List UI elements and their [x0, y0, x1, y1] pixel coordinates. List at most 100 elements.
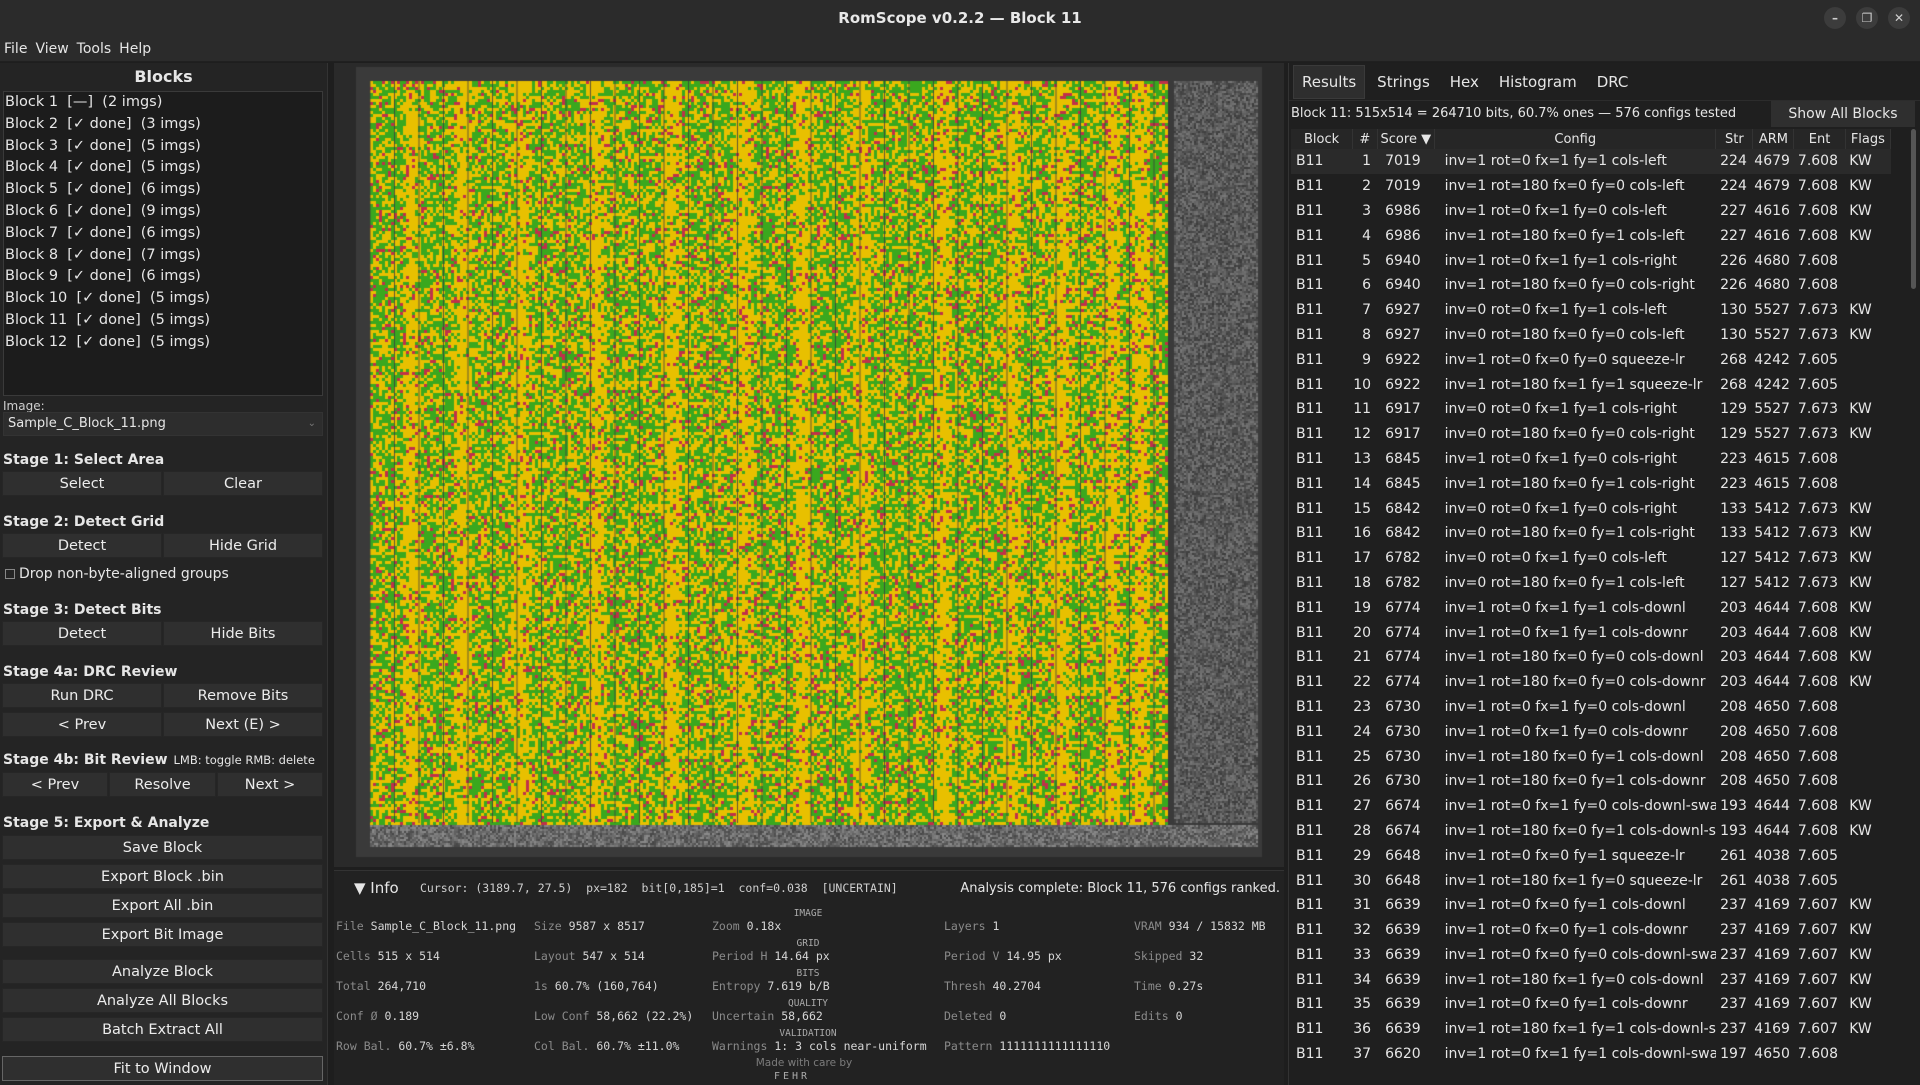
table-row[interactable]: B11 21 6774 inv=1 rot=180 fx=0 fy=0 cols-do… — [1291, 645, 1891, 670]
bit-map-canvas[interactable] — [334, 63, 1284, 867]
detect-bits-button[interactable]: Detect — [2, 621, 162, 646]
table-row[interactable]: B11 12 6917 inv=0 rot=180 fx=0 fy=0 cols-ri… — [1291, 422, 1891, 447]
table-row[interactable]: B11 26 6730 inv=1 rot=180 fx=0 fy=1 cols-do… — [1291, 769, 1891, 794]
batch-extract-button[interactable]: Batch Extract All — [2, 1017, 323, 1042]
table-row[interactable]: B11 28 6674 inv=1 rot=180 fx=0 fy=1 cols-do… — [1291, 819, 1891, 844]
col-header-flags[interactable]: Flags — [1845, 129, 1892, 149]
bit-prev-button[interactable]: < Prev — [2, 772, 108, 797]
bit-next-button[interactable]: Next > — [217, 772, 323, 797]
close-icon[interactable]: ✕ — [1888, 7, 1910, 29]
table-row[interactable]: B11 4 6986 inv=1 rot=180 fx=0 fy=1 cols-lef… — [1291, 223, 1891, 248]
block-list-item[interactable]: Block 10 [✓ done] (5 imgs) — [4, 288, 322, 310]
analyze-block-button[interactable]: Analyze Block — [2, 959, 323, 984]
table-row[interactable]: B11 36 6639 inv=1 rot=180 fx=1 fy=1 cols-do… — [1291, 1017, 1891, 1042]
tab-strings[interactable]: Strings — [1369, 66, 1438, 98]
results-scrollbar[interactable] — [1911, 129, 1916, 289]
table-row[interactable]: B11 3 6986 inv=1 rot=0 fx=1 fy=0 cols-left 2… — [1291, 199, 1891, 224]
table-row[interactable]: B11 37 6620 inv=1 rot=0 fx=1 fy=1 cols-down… — [1291, 1042, 1891, 1067]
table-row[interactable]: B11 16 6842 inv=0 rot=180 fx=0 fy=1 cols-ri… — [1291, 521, 1891, 546]
drc-prev-button[interactable]: < Prev — [2, 712, 162, 737]
menu-file[interactable]: File — [0, 41, 31, 57]
table-row[interactable]: B11 2 7019 inv=1 rot=180 fx=0 fy=0 cols-lef… — [1291, 174, 1891, 199]
table-row[interactable]: B11 7 6927 inv=0 rot=0 fx=1 fy=1 cols-left 1… — [1291, 298, 1891, 323]
menu-tools[interactable]: Tools — [73, 41, 116, 57]
tab-drc[interactable]: DRC — [1589, 66, 1637, 98]
tab-histogram[interactable]: Histogram — [1491, 66, 1585, 98]
col-header-config[interactable]: Config — [1434, 129, 1717, 149]
table-cell: 5412 — [1754, 574, 1790, 591]
table-row[interactable]: B11 23 6730 inv=1 rot=0 fx=1 fy=0 cols-down… — [1291, 695, 1891, 720]
block-list-item[interactable]: Block 11 [✓ done] (5 imgs) — [4, 310, 322, 332]
table-row[interactable]: B11 9 6922 inv=1 rot=0 fx=0 fy=0 squeeze-lr… — [1291, 347, 1891, 372]
save-block-button[interactable]: Save Block — [2, 835, 323, 860]
block-list-item[interactable]: Block 5 [✓ done] (6 imgs) — [4, 179, 322, 201]
image-select[interactable]: Sample_C_Block_11.png ⌄ — [3, 412, 323, 436]
export-bit-image-button[interactable]: Export Bit Image — [2, 922, 323, 947]
table-row[interactable]: B11 34 6639 inv=1 rot=180 fx=1 fy=0 cols-do… — [1291, 967, 1891, 992]
run-drc-button[interactable]: Run DRC — [2, 683, 162, 708]
col-header-arm[interactable]: ARM — [1752, 129, 1795, 149]
block-list-item[interactable]: Block 9 [✓ done] (6 imgs) — [4, 266, 322, 288]
maximize-icon[interactable]: ❐ — [1856, 7, 1878, 29]
detect-grid-button[interactable]: Detect — [2, 533, 162, 558]
minimize-icon[interactable]: – — [1824, 7, 1846, 29]
tab-hex[interactable]: Hex — [1442, 66, 1487, 98]
select-button[interactable]: Select — [2, 471, 162, 496]
table-row[interactable]: B11 33 6639 inv=1 rot=0 fx=0 fy=0 cols-down… — [1291, 943, 1891, 968]
block-list-item[interactable]: Block 7 [✓ done] (6 imgs) — [4, 223, 322, 245]
export-block-bin-button[interactable]: Export Block .bin — [2, 864, 323, 889]
table-row[interactable]: B11 14 6845 inv=1 rot=180 fx=0 fy=1 cols-ri… — [1291, 471, 1891, 496]
table-row[interactable]: B11 5 6940 inv=1 rot=0 fx=1 fy=1 cols-right… — [1291, 248, 1891, 273]
block-list[interactable]: Block 1 [—] (2 imgs) Block 2 [✓ done] (3… — [3, 91, 323, 396]
analyze-all-blocks-button[interactable]: Analyze All Blocks — [2, 988, 323, 1013]
table-row[interactable]: B11 19 6774 inv=1 rot=0 fx=1 fy=1 cols-down… — [1291, 595, 1891, 620]
drc-next-button[interactable]: Next (E) > — [163, 712, 323, 737]
col-header-block[interactable]: Block — [1291, 129, 1354, 149]
resolve-button[interactable]: Resolve — [109, 772, 216, 797]
table-row[interactable]: B11 24 6730 inv=1 rot=0 fx=1 fy=0 cols-down… — [1291, 719, 1891, 744]
table-row[interactable]: B11 1 7019 inv=1 rot=0 fx=1 fy=1 cols-left 2… — [1291, 149, 1891, 174]
tab-results[interactable]: Results — [1293, 64, 1366, 99]
table-row[interactable]: B11 29 6648 inv=1 rot=0 fx=0 fy=1 squeeze-l… — [1291, 843, 1891, 868]
table-row[interactable]: B11 27 6674 inv=1 rot=0 fx=1 fy=0 cols-down… — [1291, 794, 1891, 819]
block-list-item[interactable]: Block 3 [✓ done] (5 imgs) — [4, 136, 322, 158]
table-row[interactable]: B11 22 6774 inv=1 rot=180 fx=0 fy=0 cols-do… — [1291, 670, 1891, 695]
image-select-value: Sample_C_Block_11.png — [8, 416, 166, 431]
block-list-item[interactable]: Block 2 [✓ done] (3 imgs) — [4, 114, 322, 136]
hide-bits-button[interactable]: Hide Bits — [163, 621, 323, 646]
block-list-item[interactable]: Block 4 [✓ done] (5 imgs) — [4, 157, 322, 179]
drop-nonaligned-checkbox[interactable]: Drop non-byte-aligned groups — [5, 566, 229, 582]
info-toggle[interactable]: ▼ Info — [354, 879, 399, 897]
clear-button[interactable]: Clear — [163, 471, 323, 496]
table-row[interactable]: B11 20 6774 inv=1 rot=0 fx=1 fy=1 cols-down… — [1291, 620, 1891, 645]
table-row[interactable]: B11 30 6648 inv=1 rot=180 fx=1 fy=0 squeeze… — [1291, 868, 1891, 893]
fit-to-window-button[interactable]: Fit to Window — [2, 1056, 323, 1081]
block-list-item[interactable]: Block 1 [—] (2 imgs) — [4, 92, 322, 114]
table-row[interactable]: B11 35 6639 inv=1 rot=0 fx=0 fy=1 cols-down… — [1291, 992, 1891, 1017]
show-all-blocks-button[interactable]: Show All Blocks — [1771, 101, 1915, 127]
table-row[interactable]: B11 6 6940 inv=1 rot=180 fx=0 fy=0 cols-rig… — [1291, 273, 1891, 298]
block-list-item[interactable]: Block 12 [✓ done] (5 imgs) — [4, 332, 322, 354]
col-header-score[interactable]: Score ▼ — [1377, 129, 1436, 149]
table-row[interactable]: B11 10 6922 inv=1 rot=180 fx=1 fy=1 squeeze… — [1291, 372, 1891, 397]
col-header-str[interactable]: Str — [1715, 129, 1754, 149]
table-row[interactable]: B11 18 6782 inv=0 rot=180 fx=0 fy=1 cols-le… — [1291, 571, 1891, 596]
table-row[interactable]: B11 32 6639 inv=1 rot=0 fx=0 fy=1 cols-down… — [1291, 918, 1891, 943]
table-row[interactable]: B11 17 6782 inv=0 rot=0 fx=1 fy=0 cols-left… — [1291, 546, 1891, 571]
table-row[interactable]: B11 15 6842 inv=0 rot=0 fx=1 fy=0 cols-righ… — [1291, 496, 1891, 521]
menu-help[interactable]: Help — [115, 41, 155, 57]
block-list-item[interactable]: Block 6 [✓ done] (9 imgs) — [4, 201, 322, 223]
image-viewport[interactable] — [334, 63, 1284, 867]
col-header-ent[interactable]: Ent — [1793, 129, 1846, 149]
col-header-num[interactable]: # — [1352, 129, 1378, 149]
hide-grid-button[interactable]: Hide Grid — [163, 533, 323, 558]
table-row[interactable]: B11 8 6927 inv=0 rot=180 fx=0 fy=0 cols-lef… — [1291, 323, 1891, 348]
remove-bits-button[interactable]: Remove Bits — [163, 683, 323, 708]
table-row[interactable]: B11 25 6730 inv=1 rot=180 fx=0 fy=1 cols-do… — [1291, 744, 1891, 769]
export-all-bin-button[interactable]: Export All .bin — [2, 893, 323, 918]
table-row[interactable]: B11 31 6639 inv=1 rot=0 fx=0 fy=1 cols-down… — [1291, 893, 1891, 918]
table-row[interactable]: B11 11 6917 inv=0 rot=0 fx=1 fy=1 cols-righ… — [1291, 397, 1891, 422]
menu-view[interactable]: View — [31, 41, 72, 57]
block-list-item[interactable]: Block 8 [✓ done] (7 imgs) — [4, 245, 322, 267]
table-row[interactable]: B11 13 6845 inv=1 rot=0 fx=1 fy=0 cols-righ… — [1291, 447, 1891, 472]
